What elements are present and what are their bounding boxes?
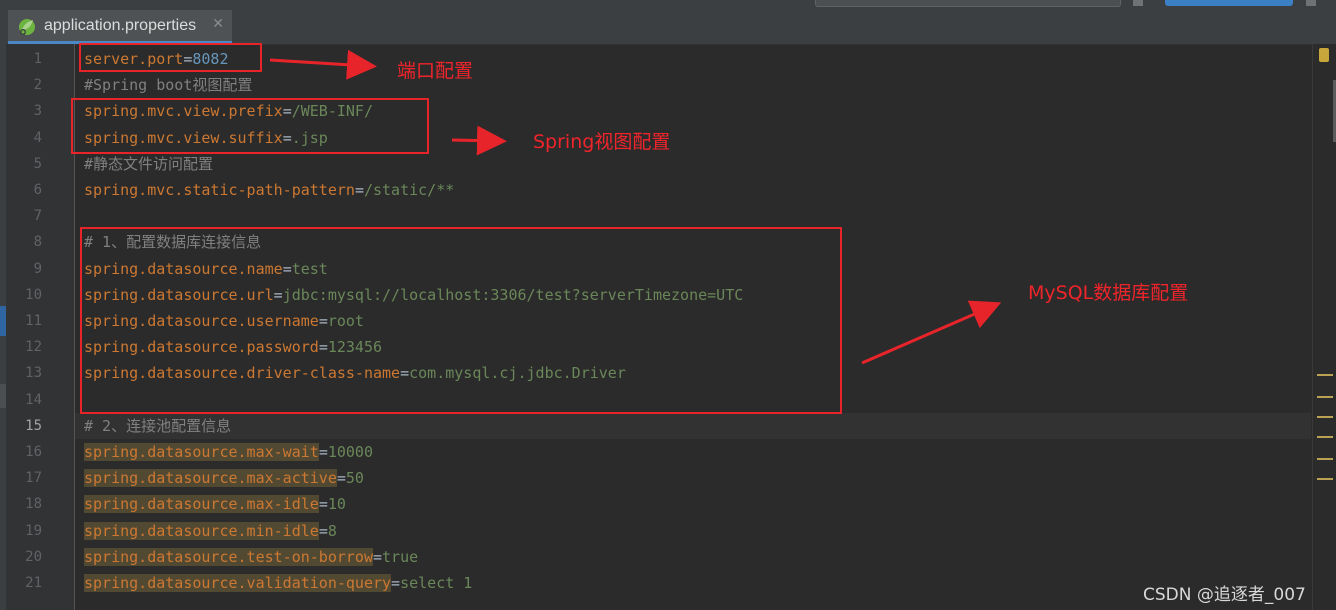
annotation-port: 端口配置 [397, 60, 474, 82]
annotation-arrows [269, 49, 1002, 365]
annotation-view: Spring视图配置 [533, 131, 671, 153]
annotation-mysql: MySQL数据库配置 [1028, 282, 1189, 304]
watermark: CSDN @追逐者_007 [1143, 585, 1306, 605]
arrow-view [451, 125, 507, 156]
arrow-mysql [861, 300, 1002, 365]
arrow-port [269, 49, 377, 80]
